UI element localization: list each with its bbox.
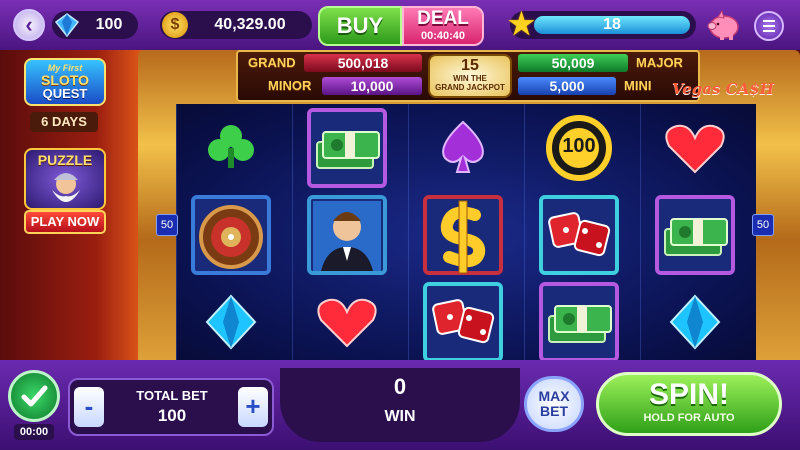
dollar-icon: [423, 195, 503, 275]
jackpot-mini-label: MINI: [624, 78, 652, 93]
win-panel: 0 WIN: [280, 368, 520, 442]
money-icon: [539, 282, 619, 362]
max-bet-line2: BET: [540, 403, 568, 419]
jackpot-major-value: 50,009: [518, 54, 628, 72]
grand-jackpot-text-2: GRAND JACKPOT: [435, 83, 505, 92]
spin-sublabel: HOLD FOR AUTO: [643, 412, 735, 424]
auto-spin-button[interactable]: [8, 370, 60, 422]
diamond-icon: [205, 294, 257, 350]
sloto-quest-promo[interactable]: My First SLOTO QUEST: [24, 58, 106, 106]
spade-icon: [442, 120, 484, 173]
total-bet-label: TOTAL BET: [136, 388, 208, 403]
grand-jackpot-count: 15: [461, 57, 479, 74]
auto-spin-timer: 00:00: [14, 424, 54, 440]
jackpot-grand-value: 500,018: [304, 54, 422, 72]
sloto-quest-line2: SLOTO: [41, 72, 89, 88]
jackpot-grand-label: GRAND: [248, 55, 296, 70]
jackpot-minor-label: MINOR: [268, 78, 312, 93]
reel-grid[interactable]: 100: [176, 104, 756, 366]
jackpot-mini-value: 5,000: [518, 77, 616, 95]
spin-label: SPIN!: [648, 378, 729, 411]
back-button[interactable]: ‹: [13, 9, 45, 41]
coin-balance[interactable]: $ 40,329.00: [160, 11, 312, 39]
level-number: 18: [603, 16, 621, 33]
gem-count: 100: [95, 16, 123, 33]
coin-symbol-value: 100: [562, 135, 596, 157]
grand-jackpot-counter: 15 WIN THE GRAND JACKPOT: [428, 54, 512, 98]
chevron-left-icon: ‹: [25, 12, 33, 37]
total-bet-value: 100: [157, 406, 187, 425]
win-value: 0: [393, 374, 407, 399]
total-bet-panel: - TOTAL BET 100 +: [68, 378, 274, 436]
sloto-quest-line3: QUEST: [42, 86, 88, 101]
wizard-icon: [52, 173, 80, 202]
heart-icon: [317, 298, 377, 348]
jackpot-panel: GRAND 500,018 50,009 MAJOR MINOR 10,000 …: [236, 50, 700, 102]
max-bet-button[interactable]: MAX BET: [524, 376, 584, 432]
spin-button[interactable]: SPIN! HOLD FOR AUTO: [596, 372, 782, 436]
dice-icon: [423, 282, 503, 362]
play-now-button[interactable]: PLAY NOW: [24, 210, 106, 234]
deal-button[interactable]: DEAL 00:40:40: [402, 6, 484, 46]
menu-icon: [763, 20, 775, 22]
heart-icon: [665, 124, 725, 174]
coin-count: 40,329.00: [214, 16, 286, 33]
max-bet-line1: MAX: [538, 388, 570, 404]
buy-button[interactable]: BUY: [318, 6, 402, 46]
diamond-icon: [669, 294, 721, 350]
money-icon: [307, 108, 387, 188]
sloto-quest-days: 6 DAYS: [30, 112, 98, 132]
payline-right: 50: [752, 214, 774, 236]
payline-left: 50: [156, 214, 178, 236]
grand-jackpot-text-1: WIN THE: [453, 74, 487, 83]
increase-bet-button[interactable]: +: [238, 387, 268, 427]
menu-button[interactable]: [754, 11, 784, 41]
level-progress[interactable]: ★ 18: [508, 8, 696, 41]
jackpot-minor-value: 10,000: [322, 77, 422, 95]
decrease-bet-button[interactable]: -: [74, 387, 104, 427]
win-label: WIN: [384, 408, 416, 425]
checkmark-icon: [21, 385, 48, 407]
buy-label: BUY: [336, 13, 384, 38]
dice-icon: [539, 195, 619, 275]
jackpot-major-label: MAJOR: [636, 55, 683, 70]
coin-icon: $: [162, 12, 188, 38]
star-icon: ★: [508, 8, 535, 41]
gentleman-icon: [307, 195, 387, 275]
deal-timer: 00:40:40: [420, 30, 466, 42]
puzzle-title: PUZZLE: [37, 152, 93, 168]
money-icon: [655, 195, 735, 275]
gem-balance[interactable]: 100: [52, 11, 138, 39]
puzzle-promo[interactable]: PUZZLE: [24, 148, 106, 210]
vegas-cash-logo: Vegas CA$H: [672, 80, 774, 98]
gem-icon: [54, 13, 80, 38]
deal-label: DEAL: [417, 8, 469, 29]
piggy-bank-icon[interactable]: [706, 9, 740, 41]
club-icon: [208, 125, 254, 168]
roulette-icon: [191, 195, 271, 275]
